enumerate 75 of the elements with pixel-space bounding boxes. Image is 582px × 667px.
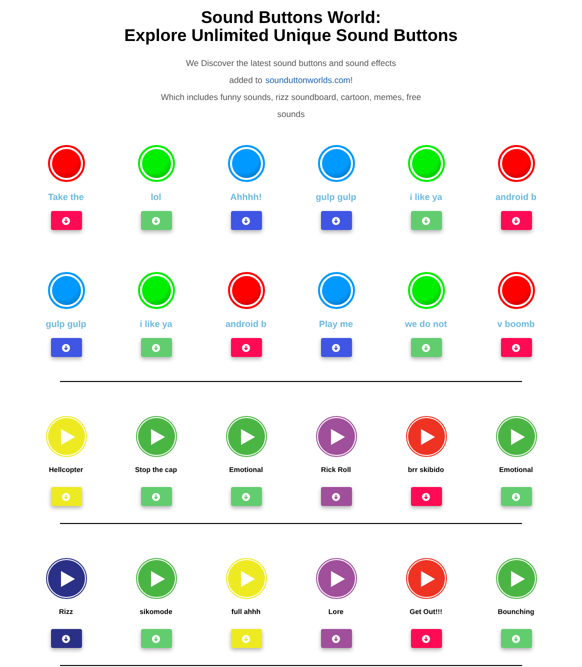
- play-icon: [240, 570, 254, 586]
- intro-text: Which includes funny sounds, rizz soundboard, cartoon, memes, free sounds: [160, 91, 422, 121]
- play-button[interactable]: [48, 560, 84, 597]
- download-icon: [332, 216, 340, 224]
- intro-text: added to: [229, 74, 262, 87]
- download-icon: [152, 216, 160, 224]
- download-icon: [512, 344, 520, 352]
- play-icon: [150, 570, 164, 586]
- download-icon: [152, 634, 160, 642]
- download-icon: [62, 492, 70, 500]
- sound-title: we do not: [405, 318, 447, 331]
- site-link[interactable]: sounduttonworlds.com!: [265, 72, 353, 89]
- download-button[interactable]: [230, 211, 262, 230]
- play-icon: [420, 428, 434, 444]
- sound-title: Ahhhh!: [230, 191, 262, 204]
- sound-button[interactable]: [408, 145, 444, 182]
- download-button[interactable]: [320, 211, 352, 230]
- sound-button[interactable]: [138, 272, 174, 309]
- play-icon: [240, 428, 254, 444]
- play-icon: [150, 428, 164, 444]
- play-button[interactable]: [318, 560, 354, 597]
- sound-title: Take the: [48, 191, 84, 204]
- download-icon: [62, 216, 70, 224]
- play-icon: [510, 428, 524, 444]
- sound-button[interactable]: [138, 145, 174, 182]
- download-icon: [62, 344, 70, 352]
- page-title: Sound Buttons World: Explore Unlimited Unique Sound Buttons: [124, 9, 458, 45]
- sound-title: gulp gulp: [46, 318, 86, 331]
- play-icon: [330, 570, 344, 586]
- sound-title: lol: [150, 191, 162, 204]
- download-icon: [512, 216, 520, 224]
- sound-button[interactable]: [228, 272, 264, 309]
- play-button[interactable]: [318, 418, 354, 455]
- sound-title: Play me: [318, 318, 354, 331]
- download-icon: [422, 492, 430, 500]
- sound-button[interactable]: [48, 272, 84, 309]
- sound-button[interactable]: [408, 272, 444, 309]
- download-icon: [242, 492, 250, 500]
- sound-button[interactable]: [318, 272, 354, 309]
- sound-button[interactable]: [228, 145, 264, 182]
- download-icon: [422, 216, 430, 224]
- download-icon: [152, 344, 160, 352]
- download-button[interactable]: [320, 487, 352, 506]
- sound-title: android b: [226, 318, 266, 331]
- intro-text: We Discover the latest sound buttons and sound effects: [186, 57, 396, 70]
- sound-button[interactable]: [48, 145, 84, 182]
- play-icon: [510, 570, 524, 586]
- sound-title: gulp gulp: [316, 191, 356, 204]
- download-button[interactable]: [320, 629, 352, 648]
- download-button[interactable]: [50, 629, 82, 648]
- download-icon: [62, 634, 70, 642]
- download-icon: [242, 216, 250, 224]
- download-icon: [512, 492, 520, 500]
- sound-title: v boomb: [497, 318, 535, 331]
- play-icon: [330, 428, 344, 444]
- download-icon: [332, 634, 340, 642]
- sound-button[interactable]: [318, 145, 354, 182]
- play-icon: [420, 570, 434, 586]
- play-icon: [60, 570, 74, 586]
- download-icon: [332, 492, 340, 500]
- sound-button[interactable]: [498, 145, 534, 182]
- play-icon: [60, 428, 74, 444]
- sound-title: android b: [496, 191, 536, 204]
- download-icon: [242, 344, 250, 352]
- download-button[interactable]: [320, 338, 352, 357]
- download-icon: [242, 634, 250, 642]
- download-icon: [512, 634, 520, 642]
- download-icon: [422, 634, 430, 642]
- download-button[interactable]: [50, 338, 82, 357]
- download-icon: [152, 492, 160, 500]
- sound-title: i like ya: [140, 318, 172, 331]
- download-icon: [422, 344, 430, 352]
- sound-button[interactable]: [498, 272, 534, 309]
- sound-title: i like ya: [410, 191, 442, 204]
- download-icon: [332, 344, 340, 352]
